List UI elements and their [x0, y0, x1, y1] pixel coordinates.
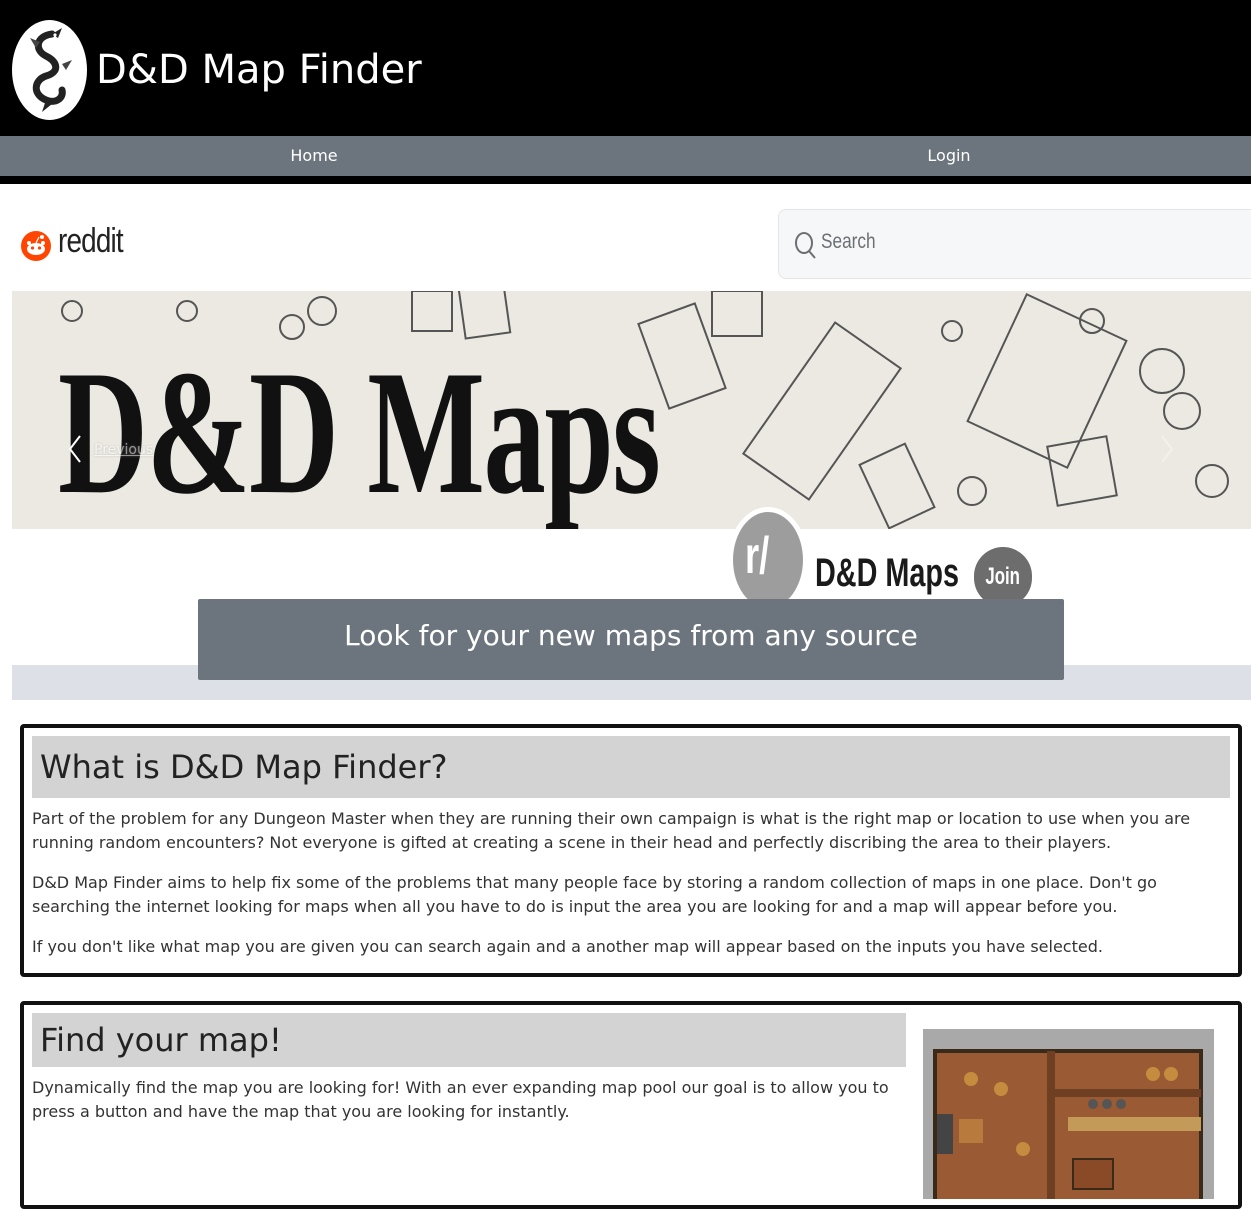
about-heading: What is D&D Map Finder?: [32, 736, 1230, 798]
about-paragraph: If you don't like what map you are given…: [32, 937, 1103, 956]
site-title: D&D Map Finder: [96, 47, 422, 93]
reddit-search-input[interactable]: Search: [778, 209, 1251, 279]
subreddit-name: D&D Maps: [815, 551, 960, 595]
main-nav: Home Login: [0, 136, 1251, 176]
carousel-next-button[interactable]: [1152, 434, 1192, 464]
subreddit-avatar: r/: [728, 507, 808, 613]
find-map-card: Find your map! Dynamically find the map …: [20, 1001, 1242, 1209]
subreddit-banner: D&D Maps: [12, 291, 1251, 529]
chevron-right-icon: [1161, 435, 1174, 463]
dragon-logo-icon[interactable]: [12, 20, 87, 120]
nav-home-link[interactable]: Home: [214, 136, 414, 176]
search-icon: [793, 230, 819, 260]
hero-tagline: Look for your new maps from any source: [198, 599, 1064, 680]
nav-divider: [0, 176, 1251, 184]
map-preview-image[interactable]: [923, 1029, 1214, 1199]
find-map-heading: Find your map!: [32, 1013, 906, 1067]
carousel-prev-label[interactable]: Previous: [94, 442, 153, 458]
reddit-header-bar: reddit Search: [12, 184, 1251, 291]
search-placeholder: Search: [821, 230, 876, 253]
about-card: What is D&D Map Finder? Part of the prob…: [20, 724, 1242, 977]
find-map-paragraph: Dynamically find the map you are looking…: [32, 1078, 889, 1121]
nav-login-link[interactable]: Login: [849, 136, 1049, 176]
banner-title: D&D Maps: [58, 333, 661, 529]
about-paragraph: D&D Map Finder aims to help fix some of …: [32, 873, 1157, 916]
about-paragraph: Part of the problem for any Dungeon Mast…: [32, 809, 1191, 852]
reddit-wordmark: reddit: [58, 222, 124, 260]
site-header: D&D Map Finder: [0, 0, 1251, 136]
join-button[interactable]: Join: [974, 547, 1032, 607]
